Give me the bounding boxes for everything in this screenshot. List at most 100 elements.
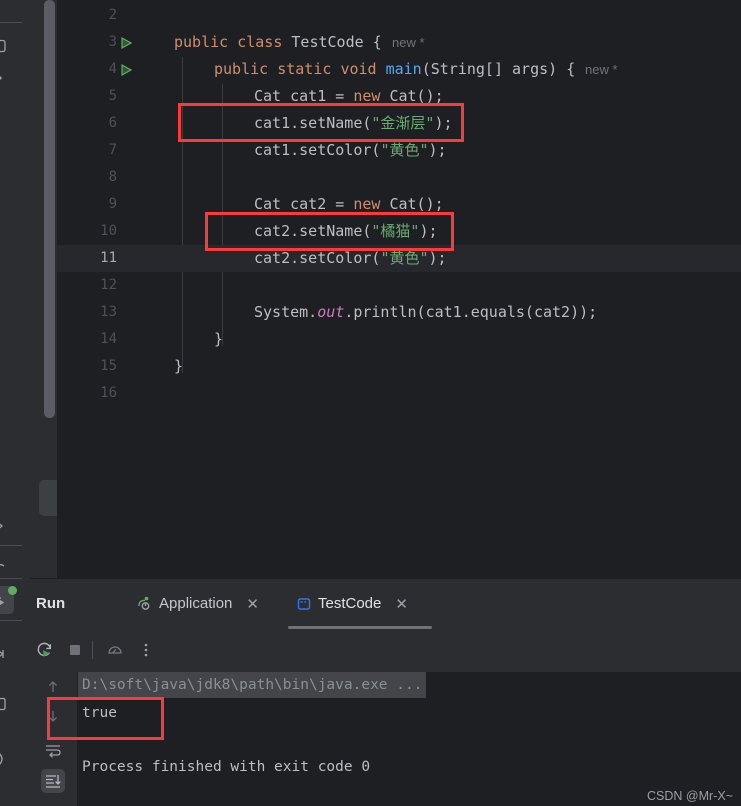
indent-guide-1 xyxy=(182,57,183,373)
code-token: "黄色" xyxy=(380,249,429,267)
idea-window: 2 3 public class TestCode {new * 4 public st… xyxy=(0,0,741,806)
code-line: public static void main(String[] args) { xyxy=(214,56,575,83)
terminal-icon[interactable] xyxy=(0,512,14,540)
editor-vertical-scrollbar[interactable] xyxy=(44,0,55,418)
run-tool-window: Run Application ✕ TestCode ✕ D:\soft\jav… xyxy=(30,578,741,806)
project-icon[interactable] xyxy=(0,32,14,60)
code-line: cat1.setColor("黄色"); xyxy=(254,137,447,164)
line-number: 3 xyxy=(108,34,117,50)
notes-icon[interactable] xyxy=(0,690,14,718)
inlay-hint: new * xyxy=(585,62,618,77)
scroll-to-end-icon[interactable] xyxy=(41,769,65,793)
stop-icon[interactable] xyxy=(63,638,87,662)
more-options-icon[interactable] xyxy=(134,638,158,662)
debug-icon[interactable] xyxy=(0,640,14,668)
watermark: CSDN @Mr-X~ xyxy=(647,789,733,803)
line-number: 9 xyxy=(108,196,117,212)
code-token: ); xyxy=(419,222,438,240)
code-token: out xyxy=(317,303,345,321)
code-token: main xyxy=(385,60,422,78)
code-token: "金渐层" xyxy=(371,114,435,132)
code-token: new xyxy=(353,87,390,105)
line-number: 11 xyxy=(100,250,117,266)
code-token: } xyxy=(174,357,184,375)
code-token: class xyxy=(237,33,292,51)
strip-divider xyxy=(0,22,22,23)
code-token: Cat cat2 = xyxy=(254,195,354,213)
code-token: new xyxy=(353,195,390,213)
code-token: cat1.setColor( xyxy=(254,141,381,159)
profiler-gauge-icon[interactable] xyxy=(103,638,127,662)
run-tab-application[interactable]: Application ✕ xyxy=(130,579,265,628)
run-tab-testcode[interactable]: TestCode ✕ xyxy=(290,579,414,628)
run-gutter-icon[interactable] xyxy=(118,29,134,56)
console-output-true: true xyxy=(82,705,117,721)
scroll-down-icon[interactable] xyxy=(41,704,65,728)
code-token: ); xyxy=(434,114,453,132)
line-number: 4 xyxy=(108,61,117,77)
console-command-line: D:\soft\java\jdk8\path\bin\java.exe ... xyxy=(78,672,427,698)
close-icon[interactable]: ✕ xyxy=(246,595,259,613)
soft-wrap-icon[interactable] xyxy=(41,739,65,763)
code-token: cat1.setName( xyxy=(254,114,372,132)
code-token: (String[] args) { xyxy=(421,60,576,78)
code-line: Cat cat2 = new Cat(); xyxy=(254,191,444,218)
code-token: Cat(); xyxy=(389,87,444,105)
code-token: public xyxy=(174,33,238,51)
bookmarks-icon[interactable] xyxy=(0,64,14,92)
code-token: .println(cat1.equals(cat2)); xyxy=(344,303,598,321)
run-panel-title: Run xyxy=(36,595,66,612)
code-token: void xyxy=(340,60,386,78)
line-number: 8 xyxy=(108,169,117,185)
console-output[interactable]: D:\soft\java\jdk8\path\bin\java.exe ... … xyxy=(77,672,741,806)
line-number: 10 xyxy=(100,223,117,239)
application-run-icon xyxy=(136,595,153,612)
code-line: } xyxy=(214,326,223,353)
scroll-up-icon[interactable] xyxy=(41,675,65,699)
code-token: { xyxy=(363,33,382,51)
run-status-dot xyxy=(8,586,17,595)
console-window-icon xyxy=(296,596,312,612)
git-branch-icon[interactable] xyxy=(0,552,14,580)
code-line: cat2.setName("橘猫"); xyxy=(254,218,438,245)
run-tab-application-label: Application xyxy=(159,595,233,612)
code-line: System.out.println(cat1.equals(cat2)); xyxy=(254,299,597,326)
code-token: public xyxy=(214,60,278,78)
code-token: } xyxy=(214,330,224,348)
structure-icon[interactable] xyxy=(0,745,14,773)
code-token: Cat(); xyxy=(389,195,444,213)
rerun-icon[interactable] xyxy=(33,638,57,662)
code-line: public class TestCode { xyxy=(174,29,382,56)
code-token: Cat cat1 = xyxy=(254,87,354,105)
code-token: cat2.setColor( xyxy=(254,249,381,267)
code-line: cat2.setColor("黄色"); xyxy=(254,245,447,272)
line-number: 16 xyxy=(100,385,117,401)
left-tool-strip xyxy=(0,0,31,806)
code-line: } xyxy=(174,353,183,380)
run-tab-bar: Run Application ✕ TestCode ✕ xyxy=(30,579,741,630)
strip-divider-2 xyxy=(0,545,22,546)
console-exit-line: Process finished with exit code 0 xyxy=(82,759,371,775)
line-number: 14 xyxy=(100,331,117,347)
run-tab-testcode-label: TestCode xyxy=(318,595,382,612)
toolbar-divider xyxy=(92,641,93,659)
code-token: ); xyxy=(428,249,447,267)
strip-divider-3 xyxy=(0,578,22,579)
code-line: Cat cat1 = new Cat(); xyxy=(254,83,444,110)
line-number: 12 xyxy=(100,277,117,293)
line-number: 15 xyxy=(100,358,117,374)
line-number: 13 xyxy=(100,304,117,320)
code-token: System. xyxy=(254,303,318,321)
close-icon[interactable]: ✕ xyxy=(395,595,408,613)
strip-divider-4 xyxy=(0,620,22,621)
run-toolbar xyxy=(30,629,741,673)
code-editor[interactable]: 2 3 public class TestCode {new * 4 public st… xyxy=(30,0,741,578)
code-token: cat2.setName( xyxy=(254,222,372,240)
code-token: static xyxy=(277,60,341,78)
line-number: 5 xyxy=(108,88,117,104)
console-gutter xyxy=(30,672,77,806)
code-token: ); xyxy=(428,141,447,159)
line-number: 7 xyxy=(108,142,117,158)
line-number: 6 xyxy=(108,115,117,131)
run-gutter-icon[interactable] xyxy=(118,56,134,83)
